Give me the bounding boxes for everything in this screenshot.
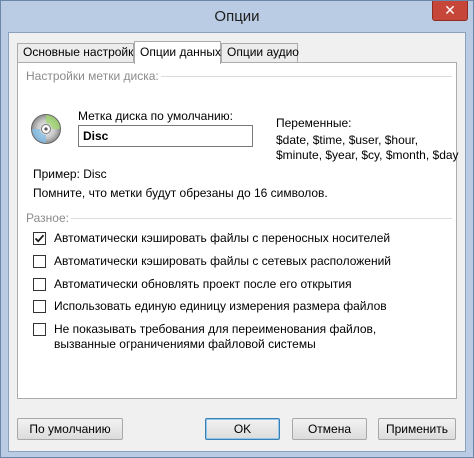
example-text: Пример: Disc: [33, 167, 107, 181]
apply-button[interactable]: Применить: [378, 418, 456, 440]
misc-group-title: Разное:: [24, 211, 71, 225]
restore-defaults-button[interactable]: По умолчанию: [17, 418, 123, 440]
checkmark-icon: [34, 234, 45, 243]
option-label: Не показывать требования для переименова…: [54, 322, 377, 336]
option-label: Автоматически обновлять проект после его…: [54, 277, 352, 291]
disc-label-group-title: Настройки метки диска:: [24, 69, 161, 83]
tab-data-options[interactable]: Опции данных: [134, 41, 221, 64]
checkbox-unchecked[interactable]: [33, 323, 46, 336]
window-title: Опции: [214, 8, 260, 25]
title-bar[interactable]: Опции ✕: [1, 1, 473, 32]
options-dialog: Опции ✕ Основные настройки Опции данных …: [0, 0, 474, 458]
group-separator: [24, 218, 452, 219]
variables-list-line2: $minute, $year, $cy, $month, $day: [276, 148, 459, 162]
option-label-line2: вызванные ограничениями файловой системы: [54, 337, 316, 351]
ok-button[interactable]: OK: [205, 418, 280, 440]
disc-icon: [31, 114, 61, 144]
tab-general-settings[interactable]: Основные настройки: [17, 43, 140, 62]
variables-list-line1: $date, $time, $user, $hour,: [276, 133, 419, 147]
option-label: Автоматически кэшировать файлы с перенос…: [54, 231, 391, 245]
default-label-caption: Метка диска по умолчанию:: [78, 109, 234, 123]
variables-caption: Переменные:: [276, 116, 352, 130]
checkbox-unchecked[interactable]: [33, 300, 46, 313]
default-label-input[interactable]: [78, 125, 253, 147]
data-options-panel: Настройки метки диска: Метка диска по ум…: [17, 62, 459, 399]
dialog-client-area: Основные настройки Опции данных Опции ау…: [8, 32, 466, 452]
tab-audio-options[interactable]: Опции аудио: [221, 43, 299, 62]
cancel-button[interactable]: Отмена: [292, 418, 367, 440]
truncation-note: Помните, что метки будут обрезаны до 16 …: [33, 186, 328, 200]
option-label: Использовать единую единицу измерения ра…: [54, 299, 387, 313]
close-button[interactable]: ✕: [432, 1, 468, 21]
checkbox-unchecked[interactable]: [33, 255, 46, 268]
option-label: Автоматически кэшировать файлы с сетевых…: [54, 254, 391, 268]
checkbox-unchecked[interactable]: [33, 278, 46, 291]
checkbox-checked[interactable]: [33, 232, 46, 245]
